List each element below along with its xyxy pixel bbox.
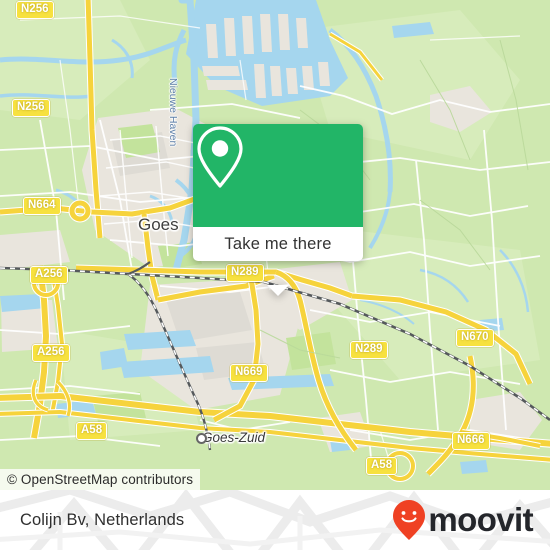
road-shield-n256-b[interactable]: N256 (12, 99, 50, 117)
map-label-goes: Goes (138, 215, 179, 234)
map-screenshot: Goes Goes-Zuid Nieuwe Haven N256 N256 N6… (0, 0, 550, 550)
road-shield-n666[interactable]: N666 (452, 432, 490, 450)
callout-tail (267, 285, 289, 296)
road-shield-n664[interactable]: N664 (23, 197, 61, 215)
moovit-logo[interactable]: moovit (392, 490, 534, 550)
road-shield-a256-b[interactable]: A256 (32, 344, 70, 362)
map-attribution[interactable]: © OpenStreetMap contributors (0, 469, 201, 490)
road-shield-n289-b[interactable]: N289 (350, 341, 388, 359)
moovit-wordmark: moovit (428, 501, 533, 538)
map-label-nieuwe-haven: Nieuwe Haven (167, 78, 179, 147)
take-me-there-button[interactable]: Take me there (193, 227, 363, 261)
road-shield-a58-a[interactable]: A58 (76, 422, 108, 440)
location-callout-card[interactable]: Take me there (193, 124, 363, 296)
road-shield-n669[interactable]: N669 (230, 364, 268, 382)
road-shield-a58-b[interactable]: A58 (366, 457, 398, 475)
footer-bar: Colijn Bv, Netherlands moovit (0, 490, 550, 550)
road-shield-n289-a[interactable]: N289 (226, 264, 264, 282)
location-pin-icon (197, 126, 243, 188)
road-shield-n256-a[interactable]: N256 (16, 1, 54, 19)
road-shield-n670[interactable]: N670 (456, 329, 494, 347)
station-marker-goes-zuid (196, 433, 207, 444)
moovit-smiley-pin-icon (393, 500, 426, 540)
map-label-goes-zuid: Goes-Zuid (202, 430, 266, 445)
map-canvas[interactable]: Goes Goes-Zuid Nieuwe Haven N256 N256 N6… (0, 0, 550, 490)
callout-icon-area (193, 124, 363, 227)
road-shield-a256-a[interactable]: A256 (30, 266, 68, 284)
location-title: Colijn Bv, Netherlands (20, 510, 185, 529)
